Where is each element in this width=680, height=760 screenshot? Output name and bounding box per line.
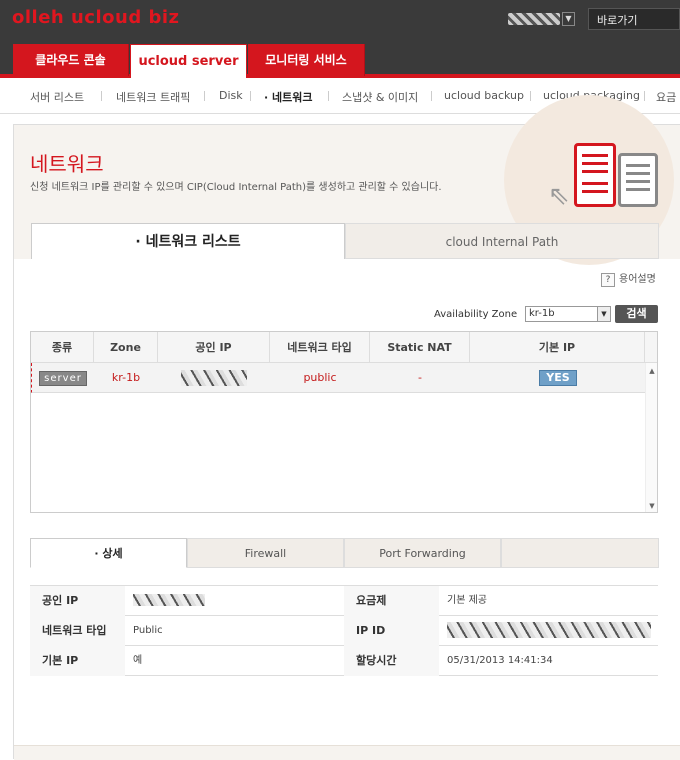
content-panel: 네트워크 신청 네트워크 IP를 관리할 수 있으며 CIP(Cloud Int… [13, 95, 680, 760]
tab-port-forwarding[interactable]: Port Forwarding [344, 538, 501, 568]
tab-monitoring[interactable]: 모니터링 서비스 [248, 44, 365, 76]
subnav-divider [204, 91, 205, 101]
scroll-down-icon[interactable]: ▼ [646, 502, 658, 510]
default-ip-value: 예 [133, 655, 143, 666]
question-icon: ? [601, 273, 615, 287]
tab-firewall[interactable]: Firewall [187, 538, 344, 568]
subnav-billing[interactable]: 요금 [656, 89, 676, 105]
default-ip-label: 기본 IP [30, 646, 125, 676]
rate-plan-label: 요금제 [344, 586, 439, 616]
zone-label: Availability Zone [434, 309, 518, 320]
subnav-disk[interactable]: Disk [219, 89, 243, 102]
goto-select[interactable]: 바로가기 [588, 8, 680, 30]
page-description: 신청 네트워크 IP를 관리할 수 있으며 CIP(Cloud Internal… [30, 182, 442, 193]
brand-logo[interactable]: olleh ucloud biz [12, 7, 180, 28]
detail-row: 네트워크 타입 Public IP ID [30, 616, 658, 646]
subnav-divider [250, 91, 251, 101]
table-header: 종류 Zone 공인 IP 네트워크 타입 Static NAT 기본 IP [31, 332, 657, 363]
tab-empty [501, 538, 659, 568]
user-name-masked [508, 13, 560, 25]
document-icon [618, 153, 658, 207]
subnav-divider [328, 91, 329, 101]
table-row[interactable]: server kr-1b public - YES [31, 363, 645, 393]
tab-ucloud-server[interactable]: ucloud server [130, 44, 247, 78]
search-button[interactable]: 검색 [615, 305, 658, 323]
detail-tabs: · 상세 Firewall Port Forwarding [30, 538, 659, 568]
col-type[interactable]: 종류 [31, 332, 94, 363]
col-static-nat[interactable]: Static NAT [370, 332, 470, 363]
public-ip-value-masked [133, 594, 205, 606]
detail-row: 기본 IP 예 할당시간 05/31/2013 14:41:34 [30, 646, 658, 676]
detail-table: 공인 IP 요금제 기본 제공 네트워크 타입 Public IP ID 기본 … [30, 585, 658, 676]
subnav-network[interactable]: · 네트워크 [264, 89, 313, 105]
page-title: 네트워크 [30, 152, 104, 176]
public-ip-masked [181, 370, 247, 386]
scroll-up-icon[interactable]: ▲ [646, 367, 658, 375]
subnav-divider [101, 91, 102, 101]
subnav-divider [644, 91, 645, 101]
rate-plan-value: 기본 제공 [447, 595, 487, 606]
tab-cloud-internal-path[interactable]: cloud Internal Path [345, 223, 659, 259]
assigned-time-value: 05/31/2013 14:41:34 [447, 655, 553, 666]
network-document-icon [574, 143, 616, 207]
network-table: 종류 Zone 공인 IP 네트워크 타입 Static NAT 기본 IP s… [30, 331, 658, 513]
subnav-divider [530, 91, 531, 101]
assigned-time-label: 할당시간 [344, 646, 439, 676]
subnav-ucloud-backup[interactable]: ucloud backup [444, 89, 524, 102]
help-link[interactable]: ? 용어설명 [601, 270, 656, 287]
row-zone: kr-1b [111, 371, 141, 384]
tab-cloud-console[interactable]: 클라우드 콘솔 [13, 44, 129, 76]
arrow-icon: ⇖ [548, 181, 570, 211]
ip-id-label: IP ID [344, 616, 439, 646]
row-static-nat: - [418, 371, 422, 384]
subnav-server-list[interactable]: 서버 리스트 [30, 89, 84, 105]
zone-select[interactable]: kr-1b ▼ [525, 306, 611, 322]
dropdown-arrow-icon: ▼ [597, 307, 610, 321]
table-scrollbar[interactable]: ▲ ▼ [645, 363, 657, 512]
section-tabs: · 네트워크 리스트 cloud Internal Path [31, 223, 659, 259]
page-header: 네트워크 신청 네트워크 IP를 관리할 수 있으며 CIP(Cloud Int… [14, 95, 680, 265]
network-type-value: Public [133, 625, 163, 636]
col-public-ip[interactable]: 공인 IP [158, 332, 270, 363]
server-type-badge: server [39, 371, 87, 386]
top-bar: olleh ucloud biz ▼ 바로가기 [0, 0, 680, 44]
subnav-network-traffic[interactable]: 네트워크 트래픽 [116, 89, 190, 105]
zone-select-value: kr-1b [529, 308, 555, 319]
tab-detail[interactable]: · 상세 [30, 538, 187, 568]
tab-network-list[interactable]: · 네트워크 리스트 [31, 223, 345, 259]
bottom-strip [14, 745, 680, 760]
detail-row: 공인 IP 요금제 기본 제공 [30, 586, 658, 616]
col-network-type[interactable]: 네트워크 타입 [270, 332, 370, 363]
col-zone[interactable]: Zone [94, 332, 158, 363]
network-type-label: 네트워크 타입 [30, 616, 125, 646]
row-network-type: public [303, 371, 337, 384]
ip-id-value-masked [447, 622, 651, 638]
help-label: 용어설명 [619, 274, 656, 285]
chevron-down-icon[interactable]: ▼ [562, 12, 575, 26]
subnav-divider [431, 91, 432, 101]
subnav-snapshot-image[interactable]: 스냅샷 & 이미지 [342, 89, 418, 105]
default-ip-badge: YES [539, 370, 577, 386]
col-default-ip[interactable]: 기본 IP [470, 332, 645, 363]
public-ip-label: 공인 IP [30, 586, 125, 616]
